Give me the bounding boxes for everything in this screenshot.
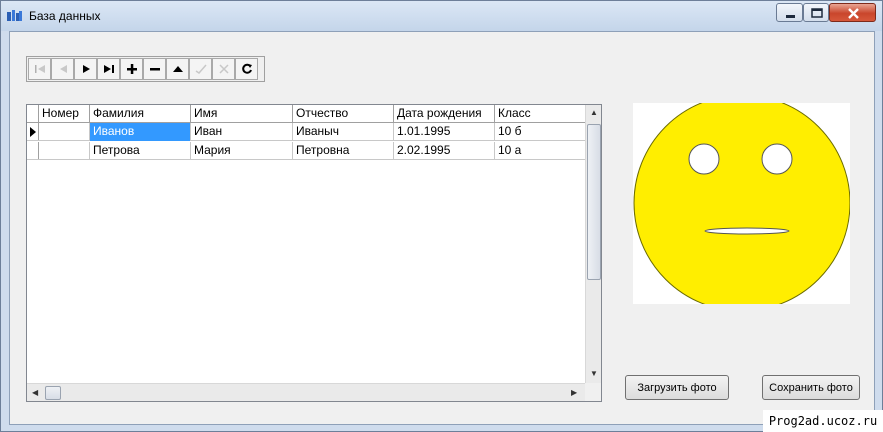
next-record-button[interactable] — [74, 58, 97, 80]
last-record-button[interactable] — [97, 58, 120, 80]
refresh-data-button[interactable] — [235, 58, 258, 80]
minimize-button[interactable] — [776, 3, 803, 22]
smiley-mouth — [704, 227, 790, 235]
table-row[interactable]: Петрова Мария Петровна 2.02.1995 10 а — [27, 142, 585, 160]
db-navigator — [26, 56, 265, 82]
cell-birthdate[interactable]: 1.01.1995 — [394, 123, 495, 141]
save-photo-button[interactable]: Сохранить фото — [762, 375, 860, 400]
refresh-data-icon — [241, 63, 252, 74]
smiley-face-image — [633, 94, 851, 312]
delete-record-button[interactable] — [143, 58, 166, 80]
scroll-right-icon[interactable]: ▶ — [571, 388, 577, 397]
form-client-area: Номер Фамилия Имя Отчество Дата рождения… — [9, 31, 875, 425]
cell-birthdate[interactable]: 2.02.1995 — [394, 142, 495, 160]
column-header-name[interactable]: Имя — [191, 105, 293, 123]
close-button[interactable] — [829, 3, 876, 22]
insert-record-icon — [126, 64, 137, 74]
title-bar[interactable]: База данных — [1, 1, 882, 31]
minimize-icon — [786, 15, 795, 18]
delete-record-icon — [149, 68, 160, 71]
edit-record-icon — [172, 66, 183, 72]
grid-header: Номер Фамилия Имя Отчество Дата рождения… — [27, 105, 585, 123]
smiley-left-eye — [688, 143, 720, 175]
cell-class[interactable]: 10 б — [495, 123, 585, 141]
post-edit-button[interactable] — [189, 58, 212, 80]
cell-number[interactable] — [39, 123, 90, 141]
scrollbar-corner — [585, 383, 601, 401]
first-record-button[interactable] — [28, 58, 51, 80]
row-indicator-header — [27, 105, 39, 122]
prior-record-button[interactable] — [51, 58, 74, 80]
cancel-edit-icon — [218, 64, 229, 74]
column-header-number[interactable]: Номер — [39, 105, 90, 123]
column-header-birthdate[interactable]: Дата рождения — [394, 105, 495, 123]
main-window: База данных Номер Фамилия Имя Отчество Д… — [0, 0, 883, 432]
cell-name[interactable]: Иван — [191, 123, 293, 141]
horizontal-scroll-thumb[interactable] — [45, 386, 61, 400]
cell-number[interactable] — [39, 142, 90, 160]
cell-name[interactable]: Мария — [191, 142, 293, 160]
first-record-icon — [34, 65, 45, 73]
smiley-face — [633, 94, 851, 312]
last-record-icon — [103, 65, 114, 73]
post-edit-icon — [195, 64, 207, 74]
column-header-surname[interactable]: Фамилия — [90, 105, 191, 123]
horizontal-scrollbar[interactable]: ◀ ▶ — [27, 383, 585, 401]
table-row[interactable]: Иванов Иван Иваныч 1.01.1995 10 б — [27, 123, 585, 141]
current-row-indicator — [27, 123, 39, 140]
watermark: Prog2ad.ucoz.ru — [763, 410, 883, 432]
row-indicator — [27, 142, 39, 159]
column-header-class[interactable]: Класс — [495, 105, 585, 123]
vertical-scroll-thumb[interactable] — [587, 124, 601, 280]
cancel-edit-button[interactable] — [212, 58, 235, 80]
maximize-button[interactable] — [803, 3, 829, 22]
smiley-right-eye — [761, 143, 793, 175]
cell-class[interactable]: 10 а — [495, 142, 585, 160]
app-icon — [7, 10, 22, 21]
scroll-up-icon[interactable]: ▲ — [590, 108, 598, 117]
prior-record-icon — [59, 65, 67, 73]
scroll-left-icon[interactable]: ◀ — [32, 388, 38, 397]
scroll-down-icon[interactable]: ▼ — [590, 369, 598, 378]
data-grid[interactable]: Номер Фамилия Имя Отчество Дата рождения… — [26, 104, 602, 402]
window-title: База данных — [29, 9, 101, 23]
maximize-icon — [811, 8, 823, 18]
cell-patronymic[interactable]: Иваныч — [293, 123, 394, 141]
edit-record-button[interactable] — [166, 58, 189, 80]
column-header-patronymic[interactable]: Отчество — [293, 105, 394, 123]
cell-patronymic[interactable]: Петровна — [293, 142, 394, 160]
cell-surname[interactable]: Иванов — [90, 123, 191, 141]
vertical-scrollbar[interactable]: ▲ ▼ — [585, 105, 601, 383]
load-photo-button[interactable]: Загрузить фото — [625, 375, 729, 400]
photo-image — [633, 94, 851, 312]
next-record-icon — [82, 65, 90, 73]
cell-surname[interactable]: Петрова — [90, 142, 191, 160]
current-row-arrow-icon — [30, 127, 36, 137]
insert-record-button[interactable] — [120, 58, 143, 80]
close-icon — [848, 8, 859, 19]
